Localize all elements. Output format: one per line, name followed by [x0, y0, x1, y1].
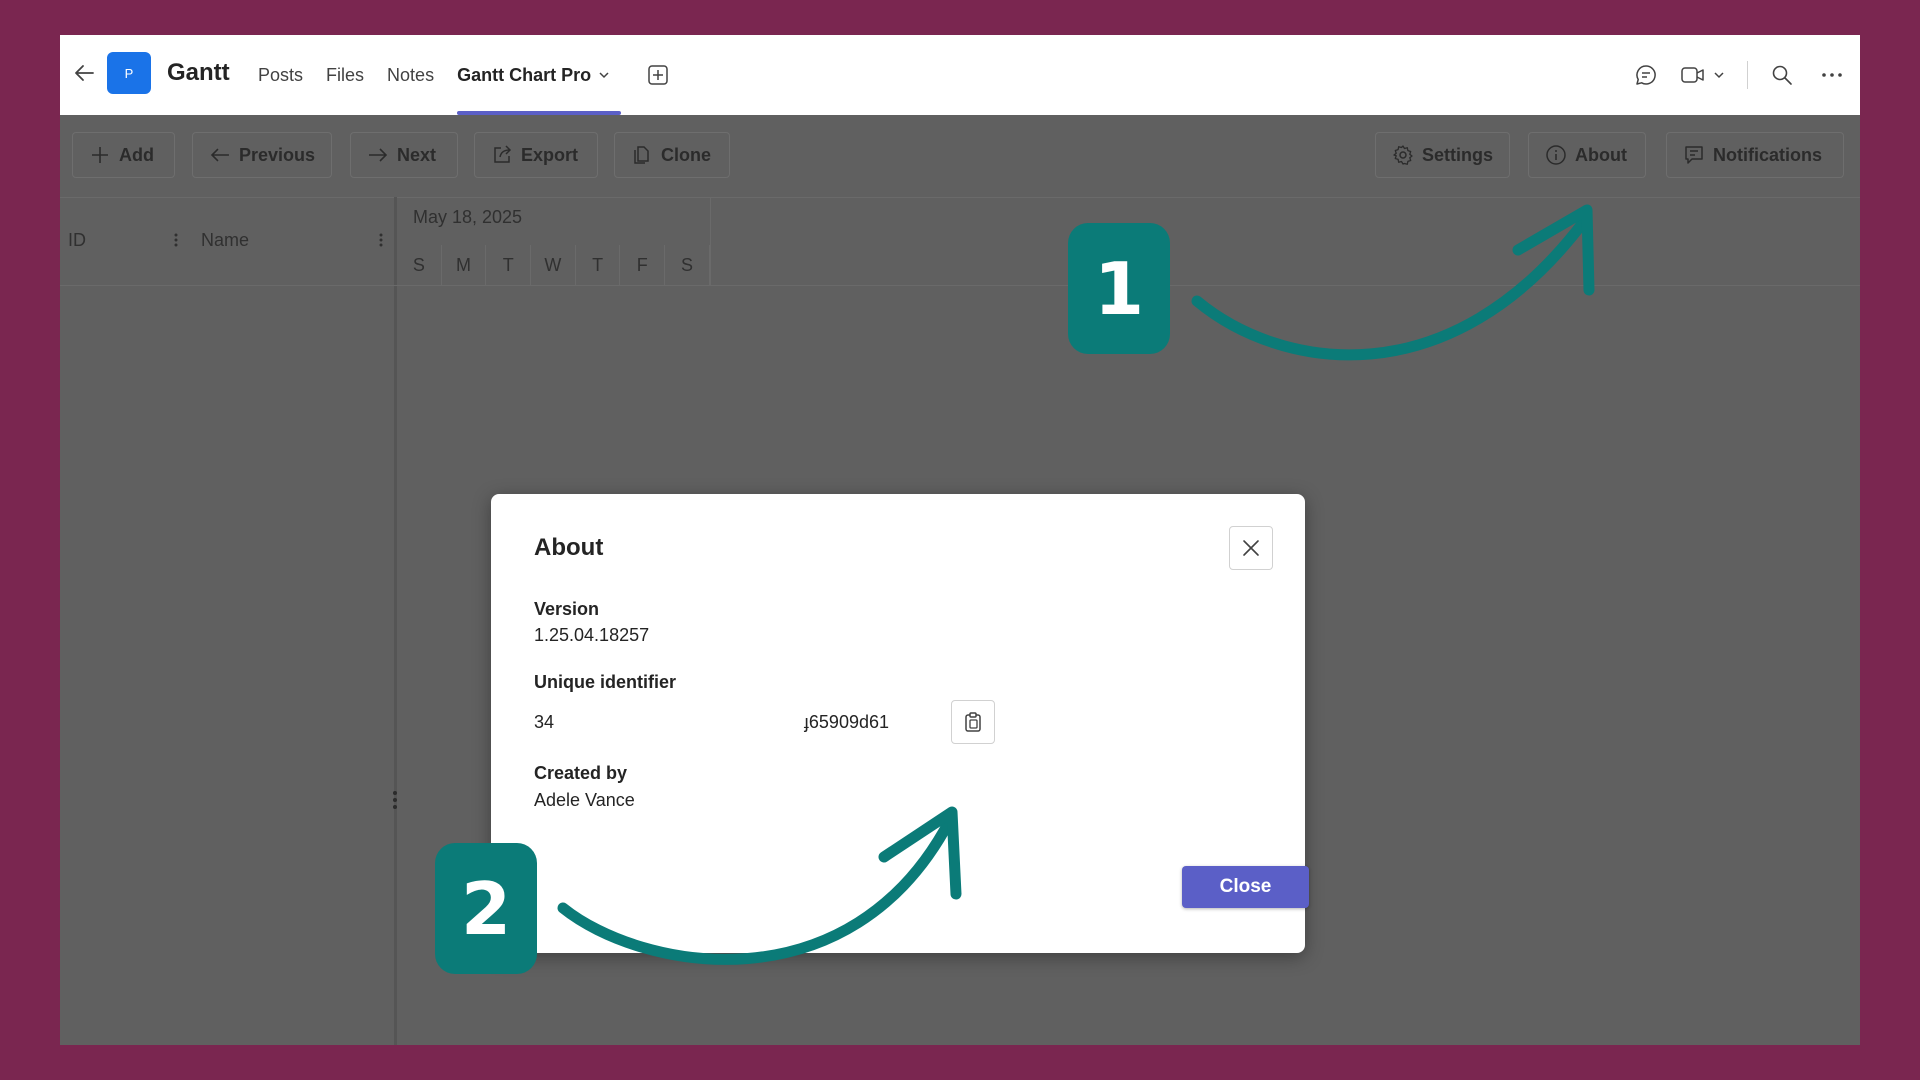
channel-title: Gantt: [167, 59, 230, 86]
app-header: P Gantt Posts Files Notes Gantt Chart Pr…: [60, 35, 1860, 115]
created-by-value: Adele Vance: [534, 790, 635, 810]
plus-icon: [92, 147, 108, 163]
add-button-label: Add: [119, 144, 154, 165]
tab-files[interactable]: Files: [326, 35, 364, 115]
more-options-button[interactable]: [1804, 35, 1860, 115]
week-date-label: May 18, 2025: [413, 207, 523, 227]
arrow-right-icon: [369, 148, 388, 162]
about-button[interactable]: About: [1528, 132, 1646, 178]
copy-identifier-button[interactable]: [951, 700, 995, 744]
info-icon: [1546, 145, 1566, 165]
column-header-name[interactable]: Name: [201, 230, 249, 251]
column-header-id[interactable]: ID: [68, 230, 86, 251]
share-export-icon: [494, 145, 512, 163]
export-button[interactable]: Export: [474, 132, 598, 178]
chevron-down-icon[interactable]: [597, 68, 611, 82]
dialog-close-x-button[interactable]: [1229, 526, 1273, 570]
previous-button[interactable]: Previous: [192, 132, 332, 178]
more-horizontal-icon: [1822, 73, 1842, 77]
search-icon: [1772, 65, 1792, 85]
tab-notes[interactable]: Notes: [387, 35, 434, 115]
grid-header-divider: [60, 285, 1860, 286]
add-tab-icon: [648, 65, 668, 85]
dialog-title: About: [534, 534, 604, 561]
column-name-menu-icon[interactable]: [378, 232, 384, 253]
clipboard-icon: [965, 712, 981, 732]
add-tab-button[interactable]: [646, 63, 670, 87]
version-label: Version: [534, 599, 600, 619]
clone-button-label: Clone: [661, 144, 712, 165]
unique-identifier-start: 34: [534, 711, 555, 732]
video-camera-icon: [1681, 67, 1704, 83]
weekday-cell: T: [486, 245, 532, 285]
week-divider: [710, 197, 711, 285]
message-icon: [1685, 146, 1703, 164]
settings-button[interactable]: Settings: [1375, 132, 1510, 178]
weekday-row: S M T W T F S: [397, 245, 710, 285]
arrow-left-icon: [210, 148, 229, 162]
next-button-label: Next: [397, 144, 437, 165]
weekday-cell: W: [531, 245, 576, 285]
chat-icon: [1636, 65, 1656, 85]
weekday-cell: F: [620, 245, 666, 285]
clone-button[interactable]: Clone: [614, 132, 730, 178]
splitter-grip-icon[interactable]: [390, 790, 400, 815]
tab-gantt-chart-pro-label: Gantt Chart Pro: [457, 64, 592, 85]
copy-icon: [634, 146, 649, 164]
back-arrow-icon: [75, 65, 94, 81]
previous-button-label: Previous: [238, 144, 315, 165]
annotation-badge-2: 2: [435, 843, 537, 974]
unique-identifier-label: Unique identifier: [534, 672, 677, 692]
pane-splitter[interactable]: [394, 197, 397, 1045]
annotation-badge-1: 1: [1068, 223, 1170, 354]
weekday-cell: T: [576, 245, 621, 285]
version-value: 1.25.04.18257: [534, 625, 650, 645]
column-id-menu-icon[interactable]: [173, 232, 179, 253]
settings-button-label: Settings: [1421, 144, 1493, 165]
unique-identifier-end: ɟ65909d61: [803, 711, 889, 732]
weekday-cell: S: [665, 245, 710, 285]
tab-bar: Posts Files Notes Gantt Chart Pro: [258, 35, 670, 115]
tab-posts[interactable]: Posts: [258, 35, 303, 115]
chat-button[interactable]: [1621, 35, 1671, 115]
notifications-button[interactable]: Notifications: [1666, 132, 1844, 178]
about-button-label: About: [1575, 144, 1627, 165]
app-icon: P: [107, 52, 151, 94]
next-button[interactable]: Next: [350, 132, 458, 178]
weekday-cell: M: [442, 245, 487, 285]
header-actions: [1621, 35, 1860, 115]
tab-gantt-chart-pro[interactable]: Gantt Chart Pro: [457, 35, 622, 115]
app-icon-letter: P: [124, 65, 134, 81]
gear-icon: [1393, 145, 1413, 165]
chevron-down-icon: [1714, 72, 1724, 79]
toolbar-divider: [60, 197, 1860, 198]
export-button-label: Export: [521, 144, 579, 165]
close-icon: [1243, 540, 1259, 556]
weekday-cell: S: [397, 245, 442, 285]
header-divider: [1747, 61, 1748, 89]
search-button[interactable]: [1760, 35, 1804, 115]
close-button[interactable]: Close: [1182, 866, 1309, 908]
unique-identifier-field[interactable]: 34 ɟ65909d61: [534, 708, 889, 736]
back-button[interactable]: [68, 57, 100, 89]
notifications-button-label: Notifications: [1713, 144, 1823, 165]
add-button[interactable]: Add: [72, 132, 175, 178]
about-dialog: About Version 1.25.04.18257 Unique ident…: [491, 494, 1309, 953]
meet-button[interactable]: [1671, 35, 1735, 115]
created-by-label: Created by: [534, 763, 628, 783]
